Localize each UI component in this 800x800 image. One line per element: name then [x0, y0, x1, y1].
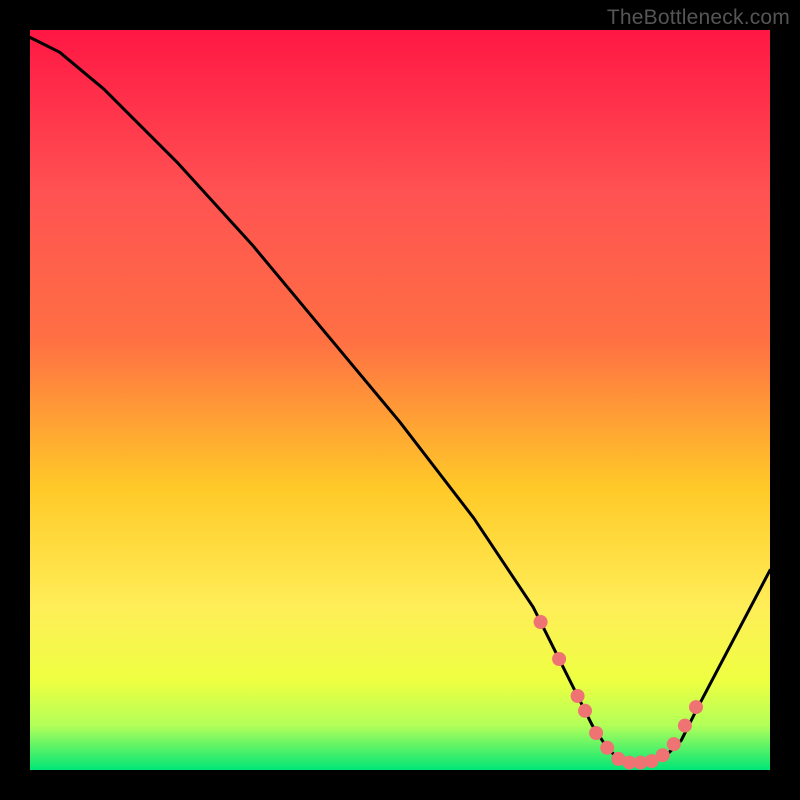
marker-dot — [689, 700, 703, 714]
marker-dot — [656, 748, 670, 762]
gradient-background — [30, 30, 770, 770]
marker-dot — [571, 689, 585, 703]
plot-area — [30, 30, 770, 770]
marker-dot — [678, 719, 692, 733]
marker-dot — [552, 652, 566, 666]
chart-svg — [30, 30, 770, 770]
marker-dot — [667, 737, 681, 751]
marker-dot — [534, 615, 548, 629]
marker-dot — [600, 741, 614, 755]
chart-frame: TheBottleneck.com — [0, 0, 800, 800]
marker-dot — [589, 726, 603, 740]
marker-dot — [578, 704, 592, 718]
watermark-text: TheBottleneck.com — [607, 6, 790, 30]
